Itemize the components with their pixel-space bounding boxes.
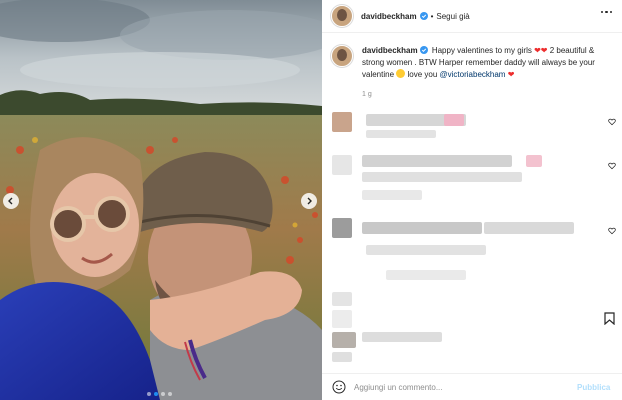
blurred-comment-text [362,190,422,200]
carousel-dot [161,392,165,396]
heart-emoji-icon: ❤ [534,46,541,55]
blurred-comment-text [366,130,436,138]
heart-outline-icon[interactable] [608,162,616,170]
carousel-dot [168,392,172,396]
comments-list-blurred [322,100,622,370]
blurred-avatar [332,218,352,238]
verified-badge-icon [419,12,428,20]
bookmark-icon[interactable] [604,312,615,325]
verified-badge-icon [419,46,428,54]
heart-outline-icon[interactable] [608,227,616,235]
caption-part3: love you [407,70,438,79]
blurred-comment-text [362,155,512,167]
post-panel: davidbeckham • Segui già davidbeckham Ha… [322,0,622,400]
photo-image [0,0,322,400]
header-separator: • [430,11,434,21]
heart-outline-icon[interactable] [608,118,616,126]
comment-bar: Pubblica [322,373,622,400]
heart-emoji-icon: ❤ [540,46,548,55]
carousel-prev-button[interactable] [3,193,19,209]
caption-username[interactable]: davidbeckham [362,46,418,55]
mention-link[interactable]: @victoriabeckham [440,70,506,79]
post-header: davidbeckham • Segui già [322,0,622,33]
blurred-comment-text [386,270,466,280]
carousel-dot-active [154,392,158,396]
blurred-comment-text [362,172,522,182]
publish-button[interactable]: Pubblica [577,383,610,392]
blurred-avatar [332,292,352,306]
caption-avatar[interactable] [331,45,353,67]
follow-state-button[interactable]: Segui già [436,12,469,21]
blurred-avatar [332,332,356,348]
blurred-comment-text [366,245,486,255]
chevron-right-icon [307,197,312,205]
blurred-comment-text [332,352,352,362]
blurred-avatar [332,155,352,175]
blurred-comment-text [362,332,442,342]
chevron-left-icon [8,197,13,205]
blurred-comment-text [444,114,464,126]
smile-emoji-icon [396,69,406,78]
caption-part1: Happy valentines to my girls [431,46,532,55]
caption-text: davidbeckham Happy valentines to my girl… [362,45,614,81]
post-age[interactable]: 1 g [362,91,372,98]
comment-input[interactable] [354,382,569,392]
header-username[interactable]: davidbeckham [361,12,417,21]
post-photo[interactable] [0,0,322,400]
heart-emoji-icon: ❤ [507,70,515,79]
blurred-comment-text [484,222,574,234]
more-horizontal-icon[interactable] [600,11,612,14]
avatar[interactable] [331,5,353,27]
blurred-avatar [332,310,352,328]
blurred-avatar [332,112,352,132]
carousel-next-button[interactable] [301,193,317,209]
blurred-comment-text [362,222,482,234]
caption: davidbeckham Happy valentines to my girl… [331,45,616,81]
carousel-indicator [147,392,172,396]
emoji-icon[interactable] [332,380,346,394]
blurred-comment-text [526,155,542,167]
carousel-dot [147,392,151,396]
